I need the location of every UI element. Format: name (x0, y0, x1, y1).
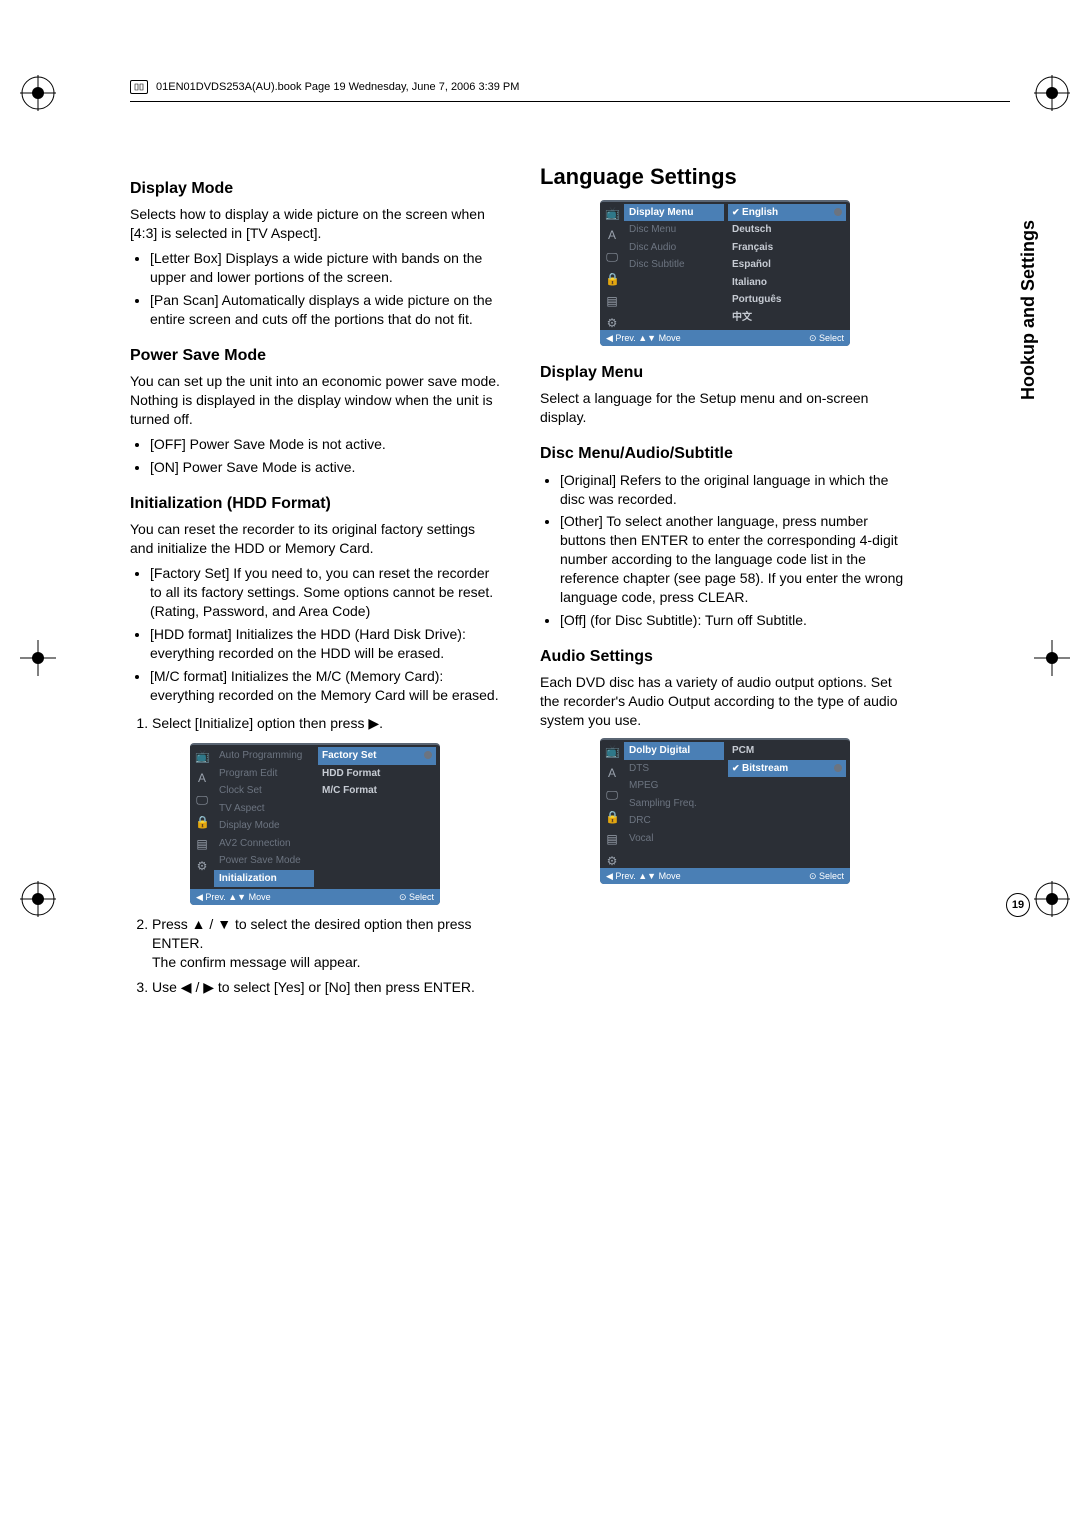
osd-icon: A (605, 766, 619, 780)
list-item: [HDD format] Initializes the HDD (Hard D… (150, 625, 500, 663)
book-icon (130, 80, 148, 94)
heading-initialization: Initialization (HDD Format) (130, 493, 500, 515)
para-audio: Each DVD disc has a variety of audio out… (540, 673, 910, 730)
list-item: [M/C format] Initializes the M/C (Memory… (150, 667, 500, 705)
osd-icon: A (605, 228, 619, 242)
osd-option: Bitstream (728, 760, 846, 778)
osd-menu-item: Display Mode (214, 817, 314, 835)
osd-icon: 🖵 (605, 250, 619, 264)
osd-icon: 📺 (605, 744, 619, 758)
book-header-text: 01EN01DVDS253A(AU).book Page 19 Wednesda… (156, 80, 519, 95)
para-power-save: You can set up the unit into an economic… (130, 372, 500, 429)
page-number: 19 (1006, 893, 1030, 917)
osd-option: Français (728, 239, 846, 257)
osd-icon: ⚙ (195, 859, 209, 873)
osd-option: Italiano (728, 274, 846, 292)
heading-power-save: Power Save Mode (130, 345, 500, 367)
osd-icon: A (195, 771, 209, 785)
osd-footer-left: ◀ Prev. ▲▼ Move (606, 871, 681, 881)
osd-menu-item: Program Edit (214, 765, 314, 783)
crop-mark-icon (1034, 881, 1070, 917)
para-display-menu: Select a language for the Setup menu and… (540, 389, 910, 427)
osd-icon: ▤ (605, 832, 619, 846)
osd-menu-item: MPEG (624, 777, 724, 795)
osd-icon: 🖵 (195, 793, 209, 807)
osd-menu-item: DRC (624, 812, 724, 830)
osd-footer-left: ◀ Prev. ▲▼ Move (196, 892, 271, 902)
list-item: [Factory Set] If you need to, you can re… (150, 564, 500, 621)
osd-footer-right: ⊙ Select (399, 891, 434, 903)
left-column: Display Mode Selects how to display a wi… (130, 162, 500, 1007)
osd-icon: 🔒 (605, 810, 619, 824)
osd-icon: 📺 (195, 749, 209, 763)
osd-tab-icons: 📺 A 🖵 🔒 ▤ ⚙ (600, 202, 624, 330)
osd-icon: 🔒 (195, 815, 209, 829)
osd-menu-item: Dolby Digital (624, 742, 724, 760)
osd-tab-icons: 📺 A 🖵 🔒 ▤ ⚙ (190, 745, 214, 889)
osd-tab-icons: 📺 A 🖵 🔒 ▤ ⚙ (600, 740, 624, 868)
para-display-mode: Selects how to display a wide picture on… (130, 205, 500, 243)
osd-menu-item: Vocal (624, 830, 724, 848)
osd-menu-item: Sampling Freq. (624, 795, 724, 813)
osd-menu-item: TV Aspect (214, 800, 314, 818)
right-column: Language Settings 📺 A 🖵 🔒 ▤ ⚙ Display Me… (540, 162, 910, 1007)
osd-option: HDD Format (318, 765, 436, 783)
para-init: You can reset the recorder to its origin… (130, 520, 500, 558)
osd-footer-left: ◀ Prev. ▲▼ Move (606, 333, 681, 343)
osd-menu-item: Disc Audio (624, 239, 724, 257)
osd-option: M/C Format (318, 782, 436, 800)
osd-menu-audio: 📺 A 🖵 🔒 ▤ ⚙ Dolby DigitalDTSMPEGSampling… (600, 738, 850, 884)
osd-footer-right: ⊙ Select (809, 870, 844, 882)
list-item: [Letter Box] Displays a wide picture wit… (150, 249, 500, 287)
book-header: 01EN01DVDS253A(AU).book Page 19 Wednesda… (130, 80, 1010, 102)
list-item: [Pan Scan] Automatically displays a wide… (150, 291, 500, 329)
osd-menu-item: Display Menu (624, 204, 724, 222)
osd-option: Español (728, 256, 846, 274)
heading-display-mode: Display Mode (130, 178, 500, 200)
osd-menu-item: Initialization (214, 870, 314, 888)
crop-mark-icon (20, 640, 56, 676)
osd-menu-item: Auto Programming (214, 747, 314, 765)
osd-menu-item: DTS (624, 760, 724, 778)
list-item: [Original] Refers to the original langua… (560, 471, 910, 509)
osd-icon: ▤ (195, 837, 209, 851)
list-item: [OFF] Power Save Mode is not active. (150, 435, 500, 454)
step: Use ◀ / ▶ to select [Yes] or [No] then p… (152, 978, 500, 997)
section-tab: Hookup and Settings (1016, 220, 1040, 400)
step: Press ▲ / ▼ to select the desired option… (152, 915, 500, 972)
osd-icon: ⚙ (605, 316, 619, 330)
osd-option: 中文 (728, 309, 846, 327)
osd-option: Português (728, 291, 846, 309)
step: Select [Initialize] option then press ▶. (152, 714, 500, 733)
crop-mark-icon (1034, 75, 1070, 111)
list-item: [Off] (for Disc Subtitle): Turn off Subt… (560, 611, 910, 630)
osd-icon: 📺 (605, 206, 619, 220)
crop-mark-icon (20, 881, 56, 917)
osd-icon: 🔒 (605, 272, 619, 286)
osd-menu-item: Disc Menu (624, 221, 724, 239)
heading-language-settings: Language Settings (540, 162, 910, 192)
osd-icon: ▤ (605, 294, 619, 308)
osd-option: PCM (728, 742, 846, 760)
osd-icon: 🖵 (605, 788, 619, 802)
osd-option: Deutsch (728, 221, 846, 239)
osd-option: Factory Set (318, 747, 436, 765)
osd-menu-item: Disc Subtitle (624, 256, 724, 274)
osd-menu-item: Clock Set (214, 782, 314, 800)
osd-menu-item: Power Save Mode (214, 852, 314, 870)
heading-disc-menu: Disc Menu/Audio/Subtitle (540, 443, 910, 465)
osd-menu-item: AV2 Connection (214, 835, 314, 853)
osd-icon: ⚙ (605, 854, 619, 868)
osd-option: English (728, 204, 846, 222)
osd-menu-initialization: 📺 A 🖵 🔒 ▤ ⚙ Auto ProgrammingProgram Edit… (190, 743, 440, 905)
list-item: [ON] Power Save Mode is active. (150, 458, 500, 477)
crop-mark-icon (1034, 640, 1070, 676)
heading-display-menu: Display Menu (540, 362, 910, 384)
osd-footer-right: ⊙ Select (809, 332, 844, 344)
list-item: [Other] To select another language, pres… (560, 512, 910, 606)
crop-mark-icon (20, 75, 56, 111)
osd-menu-language: 📺 A 🖵 🔒 ▤ ⚙ Display MenuDisc MenuDisc Au… (600, 200, 850, 346)
heading-audio-settings: Audio Settings (540, 646, 910, 668)
